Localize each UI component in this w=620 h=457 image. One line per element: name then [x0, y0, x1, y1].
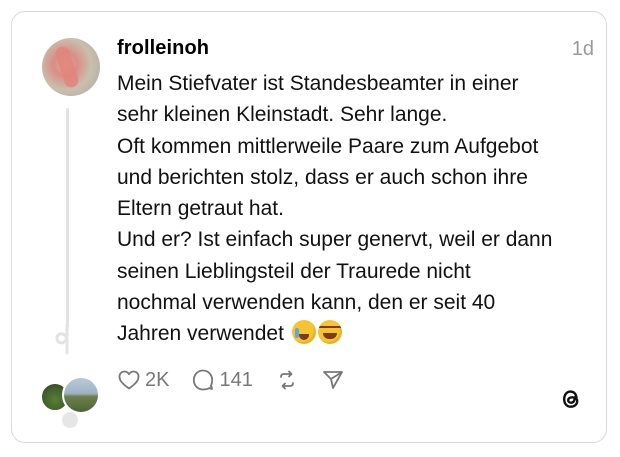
- post-line: nochmal verwenden kann, den er seit 40: [117, 291, 496, 315]
- repost-icon: [279, 370, 294, 390]
- post-line-text: Jahren verwendet: [117, 322, 284, 346]
- post-line-last: Jahren verwendet: [117, 318, 592, 349]
- post-line: seinen Lieblingsteil der Traurede nicht: [117, 259, 471, 283]
- send-icon: [322, 371, 343, 389]
- post-line: Eltern getraut hat.: [117, 197, 284, 221]
- post-line: Mein Stiefvater ist Standesbeamter in ei…: [117, 72, 519, 95]
- post-body: Mein Stiefvater ist Standesbeamter in ei…: [117, 68, 592, 350]
- heart-icon: [118, 370, 140, 390]
- threads-logo-icon[interactable]: [558, 386, 584, 412]
- post-line: sehr kleinen Kleinstadt. Sehr lange.: [117, 103, 448, 127]
- reply-avatar: [60, 410, 80, 430]
- thread-curl-icon: [55, 323, 69, 355]
- post-line: Und er? Ist einfach super genervt, weil …: [117, 228, 553, 252]
- post-line: Oft kommen mittlerweile Paare zum Aufgeb…: [117, 134, 539, 158]
- author-avatar[interactable]: [42, 38, 100, 96]
- author-username[interactable]: frolleinoh: [117, 37, 209, 60]
- like-button[interactable]: 2K: [117, 368, 169, 392]
- reply-avatar: [62, 376, 100, 414]
- post-timestamp[interactable]: 1d: [572, 38, 594, 61]
- post-line: und berichten stolz, dass er auch schon …: [117, 165, 528, 189]
- repost-button[interactable]: [275, 368, 299, 392]
- post-actions: 2K 141: [117, 368, 367, 392]
- like-count: 2K: [145, 368, 170, 391]
- reply-button[interactable]: 141: [191, 368, 253, 392]
- share-button[interactable]: [321, 368, 345, 392]
- comment-icon: [193, 369, 214, 391]
- reply-count: 141: [219, 368, 253, 391]
- crying-face-emoji: [291, 320, 316, 345]
- laughing-face-emoji: [317, 320, 342, 345]
- thread-line: [66, 108, 69, 328]
- reply-avatars[interactable]: [40, 374, 100, 430]
